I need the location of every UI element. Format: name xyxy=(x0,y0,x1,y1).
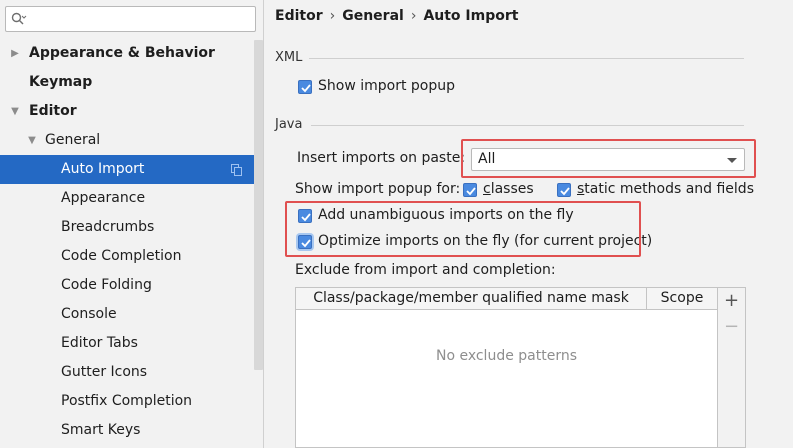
table-header: Class/package/member qualified name mask… xyxy=(296,288,717,310)
breadcrumb-editor[interactable]: Editor xyxy=(275,8,323,24)
tree-item-appearance[interactable]: Appearance xyxy=(0,184,254,213)
remove-pattern-button[interactable]: − xyxy=(718,314,745,340)
breadcrumb-separator: › xyxy=(410,8,417,24)
tree-item-editor[interactable]: ▼ Editor xyxy=(0,97,254,126)
tree-item-label: Code Completion xyxy=(61,248,182,264)
tree-item-label: Keymap xyxy=(29,74,93,90)
exclude-label: Exclude from import and completion: xyxy=(295,262,556,278)
search-input[interactable] xyxy=(30,9,252,29)
collapse-arrow-icon[interactable]: ▼ xyxy=(9,97,21,126)
breadcrumb-general[interactable]: General xyxy=(342,8,404,24)
tree-item-general[interactable]: ▼ General xyxy=(0,126,254,155)
insert-imports-label: Insert imports on paste: xyxy=(297,150,466,166)
checkmark-icon xyxy=(301,84,311,93)
table-empty-text: No exclude patterns xyxy=(435,348,578,364)
tree-item-label: Editor xyxy=(29,103,77,119)
tree-item-label: Gutter Icons xyxy=(61,364,148,380)
tree-item-label: Postfix Completion xyxy=(61,393,193,409)
collapse-arrow-icon[interactable]: ▼ xyxy=(26,126,38,155)
xml-section-title: XML xyxy=(275,50,303,65)
settings-search-box[interactable] xyxy=(5,6,256,32)
static-methods-label[interactable]: static methods and fields xyxy=(577,181,754,197)
tree-item-keymap[interactable]: Keymap xyxy=(0,68,254,97)
settings-content-pane: Editor › General › Auto Import XML Show impo… xyxy=(265,0,793,448)
add-pattern-button[interactable]: + xyxy=(718,288,745,314)
tree-item-gutter-icons[interactable]: Gutter Icons xyxy=(0,358,254,387)
tree-item-appearance-behavior[interactable]: ▶ Appearance & Behavior xyxy=(0,39,254,68)
sidebar-scrollbar[interactable] xyxy=(254,40,263,370)
static-methods-checkbox[interactable] xyxy=(557,183,571,197)
breadcrumb: Editor › General › Auto Import xyxy=(275,8,518,28)
breadcrumb-auto-import: Auto Import xyxy=(423,8,519,24)
xml-section-divider xyxy=(309,58,744,59)
tree-item-console[interactable]: Console xyxy=(0,300,254,329)
tree-item-code-folding[interactable]: Code Folding xyxy=(0,271,254,300)
expand-arrow-icon[interactable]: ▶ xyxy=(9,39,21,68)
tree-item-code-completion[interactable]: Code Completion xyxy=(0,242,254,271)
table-toolbar: + − xyxy=(718,287,746,448)
tree-item-postfix-completion[interactable]: Postfix Completion xyxy=(0,387,254,416)
tree-item-label: Appearance xyxy=(61,190,146,206)
tree-item-auto-import[interactable]: Auto Import xyxy=(0,155,254,184)
tree-item-label: Console xyxy=(61,306,117,322)
classes-label[interactable]: classes xyxy=(483,181,534,197)
tree-item-label: General xyxy=(45,132,101,148)
classes-checkbox[interactable] xyxy=(463,183,477,197)
project-settings-icon xyxy=(231,164,242,176)
java-section-divider xyxy=(311,125,744,126)
tree-item-label: Editor Tabs xyxy=(61,335,138,351)
tree-item-label: Code Folding xyxy=(61,277,152,293)
exclude-patterns-table[interactable]: Class/package/member qualified name mask… xyxy=(295,287,718,448)
tree-item-editor-tabs[interactable]: Editor Tabs xyxy=(0,329,254,358)
insert-imports-highlight xyxy=(461,139,756,178)
column-header-mask[interactable]: Class/package/member qualified name mask xyxy=(296,288,647,309)
checkmark-icon xyxy=(560,187,570,196)
settings-sidebar: ▶ Appearance & Behavior Keymap ▼ Editor … xyxy=(0,0,264,448)
show-popup-for-label: Show import popup for: xyxy=(295,181,461,197)
tree-item-label: Breadcrumbs xyxy=(61,219,155,235)
tree-item-breadcrumbs[interactable]: Breadcrumbs xyxy=(0,213,254,242)
on-the-fly-highlight xyxy=(285,201,641,257)
tree-item-smart-keys[interactable]: Smart Keys xyxy=(0,416,254,445)
tree-item-label: Auto Import xyxy=(61,161,145,177)
java-section-title: Java xyxy=(275,117,303,132)
show-import-popup-label[interactable]: Show import popup xyxy=(318,78,455,94)
search-icon xyxy=(11,12,27,25)
breadcrumb-separator: › xyxy=(329,8,336,24)
show-import-popup-checkbox[interactable] xyxy=(298,80,312,94)
tree-item-label: Appearance & Behavior xyxy=(29,45,215,61)
column-header-scope[interactable]: Scope xyxy=(647,288,717,309)
checkmark-icon xyxy=(466,187,476,196)
tree-item-label: Smart Keys xyxy=(61,422,141,438)
